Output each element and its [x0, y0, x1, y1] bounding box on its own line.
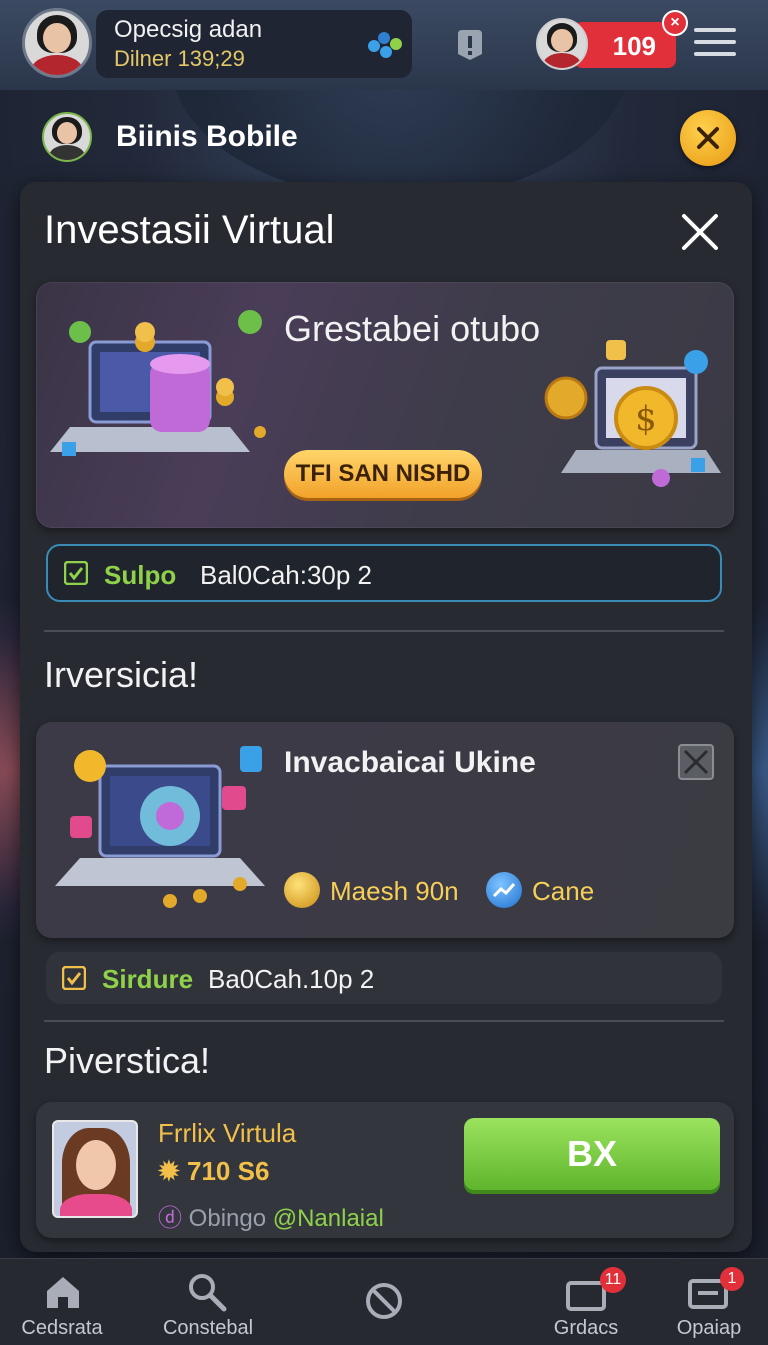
user-avatar[interactable]: [22, 8, 92, 78]
nav-label: Cedsrata: [21, 1317, 103, 1339]
player-score: ✹ 710 S6: [158, 1156, 269, 1187]
badge-icon: ⓓ: [158, 1205, 189, 1232]
status-bar-2: Sirdure Ba0Cah.10p 2: [46, 952, 722, 1004]
top-bar: Opecsig adan Dilner 139;29 109 ×: [0, 0, 768, 90]
nav-item-cards[interactable]: 11 Grdacs: [538, 1259, 634, 1345]
alert-badge-icon[interactable]: [452, 26, 488, 64]
svg-text:$: $: [635, 399, 657, 439]
coin-icon: [284, 872, 320, 908]
modal-close-icon[interactable]: [680, 212, 720, 252]
nav-label: Opaiap: [676, 1317, 742, 1339]
nav-item-search[interactable]: Constebal: [150, 1259, 266, 1345]
search-icon: [189, 1274, 227, 1312]
card-title: Invacbaicai Ukine: [284, 746, 536, 779]
close-button[interactable]: [680, 110, 736, 166]
user-info-box[interactable]: Opecsig adan Dilner 139;29: [96, 10, 412, 78]
nav-badge: 11: [600, 1267, 626, 1293]
status-2-value: Ba0Cah.10p 2: [208, 964, 375, 994]
molecule-icon: [368, 32, 402, 62]
divider: [44, 630, 724, 632]
close-icon: [683, 749, 709, 775]
profile-title: Biinis Bobile: [116, 120, 298, 153]
card-close-button[interactable]: [678, 744, 714, 780]
card-stat-2: Cane: [532, 876, 595, 906]
blocked-icon: [366, 1283, 402, 1319]
score-dismiss-button[interactable]: ×: [662, 10, 688, 36]
home-icon: [47, 1277, 79, 1308]
opponent-score-badge[interactable]: 109: [574, 22, 676, 68]
laptop-disc-illustration: [55, 746, 265, 908]
player-handle-prefix: Obingo: [188, 1205, 267, 1232]
checkbox-icon[interactable]: [62, 966, 86, 990]
status-bar-1: Sulpo Bal0Cah:30p 2: [46, 544, 722, 602]
player-score-value: 710 S6: [187, 1156, 270, 1186]
bottom-nav: Cedsrata Constebal 11 Grdacs 1 Opaiap: [0, 1258, 768, 1345]
nav-label: Grdacs: [553, 1317, 619, 1339]
checkbox-icon[interactable]: [64, 561, 88, 585]
section-heading-1: Irversicia!: [44, 654, 199, 695]
opponent-avatar[interactable]: [536, 18, 588, 70]
player-name: Frrlix Virtula: [158, 1118, 297, 1148]
player-handle: ⓓ Obingo @Nanlaial: [158, 1198, 384, 1233]
status-1-highlight: Sulpo: [104, 560, 177, 590]
player-action-button[interactable]: BX: [464, 1118, 720, 1190]
trend-icon: [486, 872, 522, 908]
modal-title: Investasii Virtual: [44, 208, 335, 252]
laptop-dollar-illustration: $: [544, 340, 721, 487]
nav-item-wallet[interactable]: 1 Opaiap: [664, 1259, 754, 1345]
close-icon: [697, 127, 719, 149]
nav-item-home[interactable]: Cedsrata: [10, 1259, 114, 1345]
player-photo[interactable]: [52, 1120, 138, 1218]
status-1-value: Bal0Cah:30p 2: [200, 560, 373, 590]
opponent-score: 109: [612, 31, 656, 61]
profile-avatar[interactable]: [42, 112, 92, 162]
sun-icon: ✹: [158, 1156, 188, 1186]
timer: Dilner 139;29: [114, 46, 245, 71]
player-handle-name[interactable]: @Nanlaial: [273, 1205, 384, 1232]
banner-cta-button[interactable]: TFI SAN NISHD: [284, 450, 482, 498]
username: Opecsig adan: [114, 16, 263, 43]
laptop-coins-illustration: [50, 310, 266, 456]
status-2-highlight: Sirdure: [102, 964, 194, 994]
banner-title: Grestabei otubo: [284, 308, 541, 349]
nav-item-blocked[interactable]: [340, 1259, 428, 1345]
investment-modal: Investasii Virtual Grestabei otubo TFI S…: [20, 182, 752, 1252]
nav-badge: 1: [720, 1267, 744, 1291]
investment-card[interactable]: Invacbaicai Ukine Maesh 90n Cane: [36, 722, 734, 938]
promo-banner[interactable]: Grestabei otubo TFI SAN NISHD $: [36, 282, 734, 528]
hamburger-menu-icon[interactable]: [694, 28, 736, 60]
section-heading-2: Piverstica!: [44, 1040, 211, 1081]
divider: [44, 1020, 724, 1022]
player-card[interactable]: Frrlix Virtula ✹ 710 S6 ⓓ Obingo @Nanlai…: [36, 1102, 734, 1238]
nav-label: Constebal: [162, 1317, 254, 1339]
card-stat-1: Maesh 90n: [330, 876, 459, 906]
